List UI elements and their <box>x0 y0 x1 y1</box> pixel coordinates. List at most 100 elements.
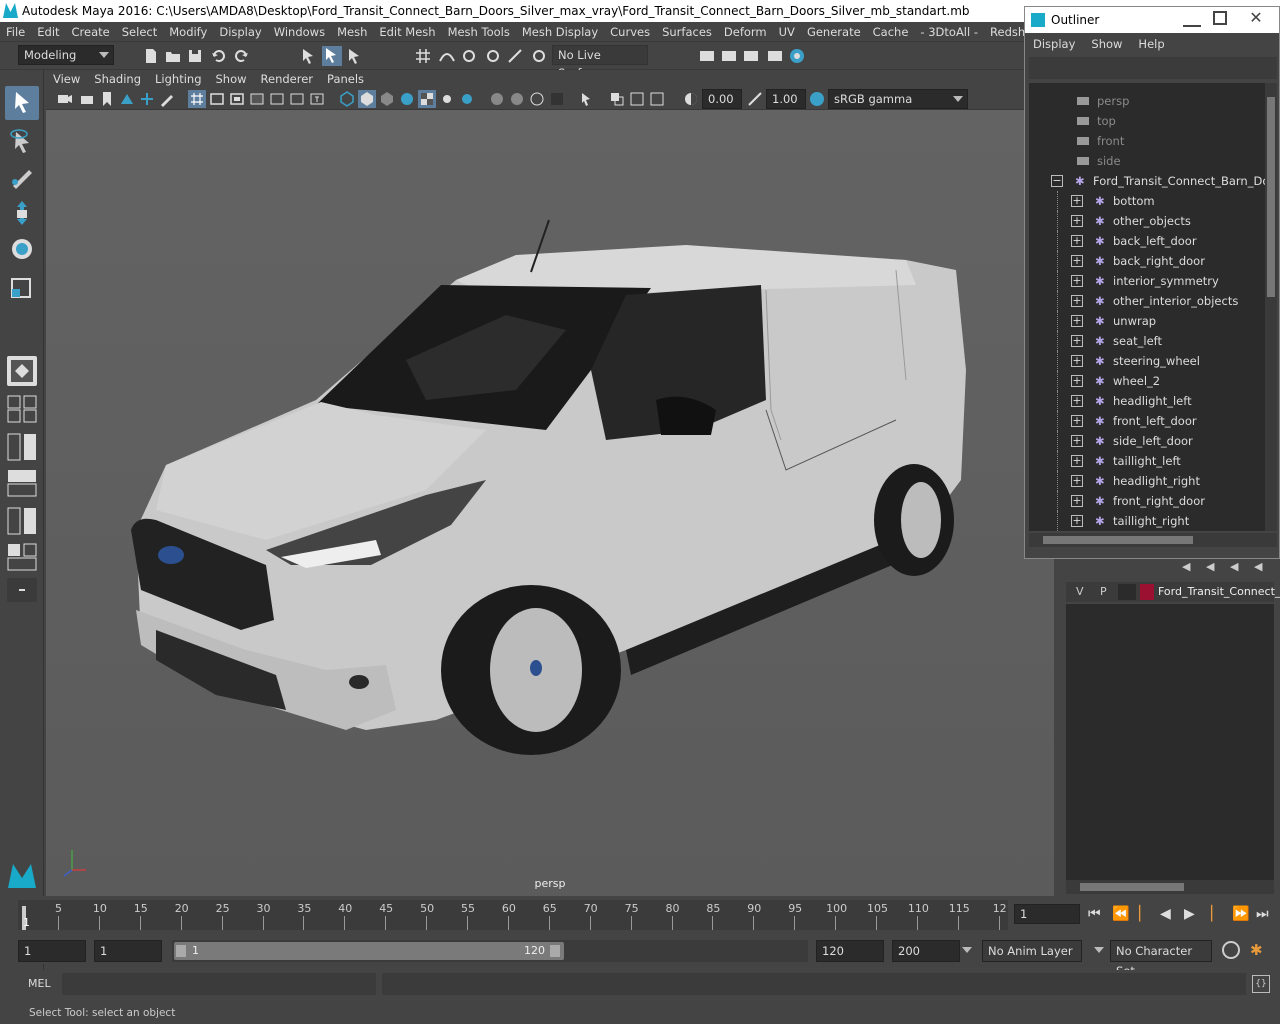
expand-icon[interactable]: + <box>1071 235 1083 247</box>
redo-icon[interactable] <box>232 47 250 65</box>
field-chart-icon[interactable] <box>268 90 286 108</box>
go-to-end-icon[interactable]: ⏭ <box>1256 904 1269 924</box>
anim-layer-dropdown[interactable]: No Anim Layer <box>982 940 1082 962</box>
menu-curves[interactable]: Curves <box>604 22 656 42</box>
expand-icon[interactable]: + <box>1071 335 1083 347</box>
range-slider[interactable]: 1 120 <box>172 940 808 962</box>
layer-reference-toggle[interactable] <box>1118 584 1136 600</box>
layer-playback-toggle[interactable]: P <box>1100 582 1107 602</box>
outliner-item-side[interactable]: side <box>1029 151 1265 171</box>
layer-move-up-icon[interactable]: ◀ <box>1182 560 1190 573</box>
auto-key-icon[interactable] <box>1222 941 1240 959</box>
viewport-menu-lighting[interactable]: Lighting <box>148 70 208 88</box>
outliner-item-headlight-left[interactable]: + ✱ headlight_left <box>1029 391 1265 411</box>
outliner-item-persp[interactable]: persp <box>1029 91 1265 111</box>
menu-display[interactable]: Display <box>213 22 267 42</box>
expand-icon[interactable]: + <box>1071 195 1083 207</box>
screen-space-ao-icon[interactable] <box>488 90 506 108</box>
viewport-menu-show[interactable]: Show <box>209 70 254 88</box>
side-by-side-layout-icon[interactable] <box>5 432 39 462</box>
select-tool-icon[interactable] <box>5 86 39 120</box>
layer-row[interactable]: V P Ford_Transit_Connect_ <box>1066 582 1280 602</box>
playback-end-field[interactable]: 120 <box>816 940 884 962</box>
menu-uv[interactable]: UV <box>773 22 801 42</box>
animation-start-field[interactable]: 1 <box>18 940 86 962</box>
single-perspective-layout-icon[interactable] <box>7 356 37 386</box>
expand-icon[interactable]: + <box>1071 435 1083 447</box>
snap-view-icon[interactable] <box>484 47 502 65</box>
menu-deform[interactable]: Deform <box>718 22 773 42</box>
mode-dropdown[interactable]: Modeling <box>18 45 114 65</box>
expand-icon[interactable]: + <box>1071 515 1083 527</box>
grease-pencil-icon[interactable] <box>158 90 176 108</box>
viewport-menu-renderer[interactable]: Renderer <box>254 70 321 88</box>
save-scene-icon[interactable] <box>186 47 204 65</box>
script-editor-icon[interactable]: {} <box>1252 975 1270 993</box>
render-frame-icon[interactable] <box>720 47 738 65</box>
maximize-icon[interactable] <box>1213 11 1227 25</box>
gate-mask-icon[interactable] <box>248 90 266 108</box>
play-backward-icon[interactable]: ◀ <box>1160 904 1171 924</box>
viewport-menu-shading[interactable]: Shading <box>87 70 148 88</box>
expand-icon[interactable]: + <box>1071 475 1083 487</box>
character-set-dropdown[interactable]: No Character Set <box>1110 940 1212 978</box>
color-space-dropdown[interactable]: sRGB gamma <box>828 89 968 109</box>
step-back-icon[interactable]: ⏪ <box>1112 904 1129 924</box>
menu-surfaces[interactable]: Surfaces <box>656 22 718 42</box>
outliner-vertical-scrollbar[interactable] <box>1265 83 1277 531</box>
expand-icon[interactable]: + <box>1071 215 1083 227</box>
chevron-down-icon[interactable] <box>962 947 972 953</box>
layer-horizontal-scrollbar[interactable] <box>1066 880 1274 894</box>
menu-create[interactable]: Create <box>66 22 116 42</box>
scale-tool-icon[interactable] <box>5 270 39 304</box>
outliner-item-taillight-left[interactable]: + ✱ taillight_left <box>1029 451 1265 471</box>
perspective-viewport[interactable]: persp <box>46 110 1054 896</box>
outliner-item-headlight-right[interactable]: + ✱ headlight_right <box>1029 471 1265 491</box>
select-hierarchy-icon[interactable] <box>300 47 318 65</box>
outliner-menu-show[interactable]: Show <box>1083 33 1130 55</box>
new-layer-selected-icon[interactable]: ◀ <box>1254 560 1262 573</box>
outliner-item-front[interactable]: front <box>1029 131 1265 151</box>
new-layer-icon[interactable]: ◀ <box>1230 560 1238 573</box>
outliner-item-other-interior-objects[interactable]: + ✱ other_interior_objects <box>1029 291 1265 311</box>
outliner-search-input[interactable] <box>1029 57 1277 79</box>
motion-blur-icon[interactable] <box>508 90 526 108</box>
animation-preferences-icon[interactable]: ✱ <box>1250 941 1268 959</box>
playback-start-field[interactable]: 1 <box>94 940 162 962</box>
persp-graph-layout-icon[interactable] <box>5 468 39 498</box>
four-view-layout-icon[interactable] <box>5 394 39 424</box>
new-scene-icon[interactable] <box>142 47 160 65</box>
range-slider-handle[interactable]: 1 120 <box>174 942 564 960</box>
hypershade-layout-icon[interactable] <box>5 542 39 572</box>
outliner-item-seat-left[interactable]: + ✱ seat_left <box>1029 331 1265 351</box>
outliner-item-wheel-2[interactable]: + ✱ wheel_2 <box>1029 371 1265 391</box>
expand-icon[interactable]: + <box>1071 315 1083 327</box>
render-view-icon[interactable] <box>698 47 716 65</box>
close-icon[interactable]: ✕ <box>1245 7 1267 29</box>
outliner-item-top[interactable]: top <box>1029 111 1265 131</box>
hypershade-icon[interactable] <box>788 47 806 65</box>
outliner-item-root[interactable]: − ✱ Ford_Transit_Connect_Barn_Door <box>1029 171 1265 191</box>
resolution-gate-icon[interactable] <box>228 90 246 108</box>
outliner-item-back-left-door[interactable]: + ✱ back_left_door <box>1029 231 1265 251</box>
mel-label[interactable]: MEL <box>28 970 51 998</box>
outliner-item-unwrap[interactable]: + ✱ unwrap <box>1029 311 1265 331</box>
layer-visibility-toggle[interactable]: V <box>1076 582 1084 602</box>
outliner-item-interior-symmetry[interactable]: + ✱ interior_symmetry <box>1029 271 1265 291</box>
menu-edit-mesh[interactable]: Edit Mesh <box>373 22 441 42</box>
move-tool-icon[interactable] <box>5 196 39 230</box>
outliner-menu-display[interactable]: Display <box>1025 33 1083 55</box>
textured-icon[interactable] <box>418 90 436 108</box>
exposure-field[interactable]: 0.00 <box>702 89 742 109</box>
2d-pan-zoom-icon[interactable] <box>138 90 156 108</box>
select-component-icon[interactable] <box>346 47 364 65</box>
shadows-icon[interactable] <box>458 90 476 108</box>
menu-generate[interactable]: Generate <box>801 22 867 42</box>
expand-icon[interactable]: + <box>1071 375 1083 387</box>
maya-home-icon[interactable] <box>5 860 39 890</box>
wireframe-icon[interactable] <box>338 90 356 108</box>
outliner-item-side-left-door[interactable]: + ✱ side_left_door <box>1029 431 1265 451</box>
minimize-icon[interactable] <box>1183 11 1201 27</box>
scrollbar-thumb[interactable] <box>1080 883 1184 891</box>
scrollbar-thumb[interactable] <box>1043 536 1193 544</box>
